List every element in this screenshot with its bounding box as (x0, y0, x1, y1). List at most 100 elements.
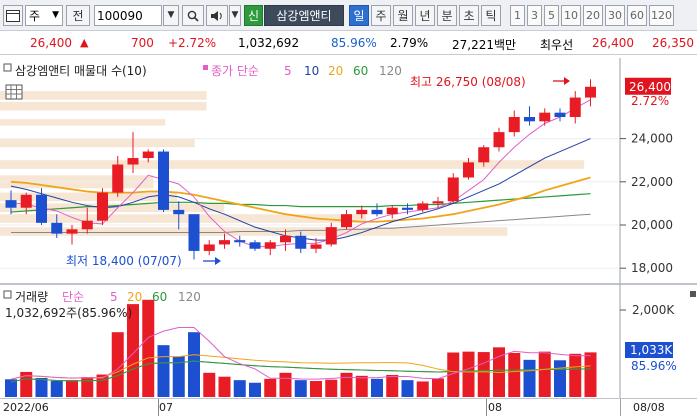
volume-profile-bar-8 (0, 101, 207, 111)
price-change-pct: +2.72% (168, 36, 217, 50)
period-tab-2[interactable]: 월 (393, 5, 413, 26)
period-number-1[interactable]: 3 (527, 5, 542, 26)
candle-body-15 (234, 240, 246, 243)
volume-bar-26[interactable] (401, 380, 414, 397)
candle-body-14 (219, 240, 230, 245)
best-ask-price: 26,400 (592, 36, 634, 50)
volume-bar-23[interactable] (355, 375, 368, 397)
period-tab-3[interactable]: 년 (415, 5, 435, 26)
volume-bar-17[interactable] (264, 378, 277, 397)
panel-collapse-icon[interactable] (690, 291, 696, 297)
current-pct-tag-text: 2.72% (631, 94, 669, 108)
y-tick-label-3: 18,000 (631, 261, 673, 275)
candle-body-0 (5, 200, 17, 208)
trade-volume: 1,032,692 (238, 36, 300, 50)
current-price: 26,400 (30, 36, 72, 50)
volume-bar-14[interactable] (218, 376, 231, 397)
volume-bar-35[interactable] (538, 351, 551, 397)
sound-dropdown-chevron-icon[interactable]: ▼ (229, 5, 241, 26)
stock-code-input[interactable] (94, 5, 162, 26)
volume-bar-22[interactable] (340, 372, 353, 397)
volume-bar-33[interactable] (508, 352, 521, 397)
volume-bar-2[interactable] (35, 377, 48, 397)
period-tab-0[interactable]: 일 (349, 5, 369, 26)
period-tab-5[interactable]: 초 (459, 5, 479, 26)
volume-readout: 1,032,692주(85.96%) (5, 306, 132, 320)
jeon-button[interactable]: 전 (66, 5, 90, 26)
ma-legend-swatch-icon (203, 65, 208, 70)
toolbar: 주 ▼ 전 ▼ ▼ 신 삼강엠앤티 일주월년분초틱13510203060120 (0, 0, 697, 31)
period-number-0[interactable]: 1 (510, 5, 525, 26)
volume-bar-3[interactable] (50, 381, 63, 397)
candle-body-35 (539, 112, 551, 122)
volume-ma-period-120: 120 (178, 290, 201, 304)
period-number-5[interactable]: 30 (605, 5, 625, 26)
period-tab-4[interactable]: 분 (437, 5, 457, 26)
volume-bar-19[interactable] (294, 380, 307, 397)
candle-body-30 (463, 162, 474, 178)
candle-body-34 (524, 117, 535, 122)
period-number-4[interactable]: 20 (583, 5, 603, 26)
volume-bar-25[interactable] (386, 374, 399, 397)
price-chart-svg[interactable]: 24,000 22,000 20,000 18,000 삼강엠앤티 매물대 수(10)… (0, 58, 697, 284)
credit-badge[interactable]: 신 (244, 5, 263, 26)
current-ratio-tag-text: 85.96% (631, 359, 677, 373)
candle-body-2 (36, 194, 47, 223)
volume-bar-31[interactable] (477, 352, 490, 397)
volume-bar-12[interactable] (188, 332, 200, 397)
period-number-3[interactable]: 10 (561, 5, 581, 26)
candle-6[interactable] (97, 188, 108, 225)
candle-body-27 (417, 203, 429, 210)
volume-bar-20[interactable] (310, 381, 322, 397)
period-number-6[interactable]: 60 (627, 5, 647, 26)
volume-bar-27[interactable] (416, 381, 429, 397)
stock-code-field[interactable] (95, 6, 161, 25)
volume-bar-38[interactable] (584, 352, 597, 397)
volume-bar-34[interactable] (523, 359, 536, 397)
sound-speaker-icon[interactable] (206, 5, 228, 26)
candle-body-10 (158, 151, 169, 210)
candle-body-25 (386, 207, 398, 215)
volume-profile-bar-6 (0, 138, 195, 148)
candle-10[interactable] (158, 149, 169, 213)
volume-ma-period-5: 5 (110, 290, 118, 304)
volume-chart-panel[interactable]: 거래량 단순 5 20 60 120 1,032,692주(85.96%) 2,… (0, 284, 697, 398)
layout-icon[interactable] (3, 5, 23, 26)
candle-body-19 (295, 235, 307, 249)
volume-bar-36[interactable] (554, 360, 566, 397)
volume-bar-13[interactable] (203, 372, 216, 397)
date-tick-aug (486, 399, 487, 416)
code-dropdown-chevron-icon[interactable]: ▼ (163, 5, 179, 26)
chart-type-select[interactable]: 주 ▼ (25, 5, 63, 26)
volume-bar-18[interactable] (279, 372, 292, 397)
period-tab-6[interactable]: 틱 (481, 5, 501, 26)
candle-body-22 (341, 214, 352, 228)
volume-bar-37[interactable] (569, 353, 582, 397)
candle-body-13 (203, 244, 215, 251)
volume-bar-9[interactable] (142, 299, 155, 397)
period-number-7[interactable]: 120 (649, 5, 674, 26)
ma-legend-label: 종가 단순 (211, 64, 259, 78)
volume-bar-4[interactable] (66, 380, 78, 397)
search-icon[interactable] (182, 5, 204, 26)
volume-chart-svg[interactable]: 거래량 단순 5 20 60 120 1,032,692주(85.96%) 2,… (0, 284, 697, 398)
date-label-jun: 2022/06 (3, 401, 49, 414)
volume-bar-30[interactable] (462, 351, 475, 397)
period-tab-1[interactable]: 주 (371, 5, 391, 26)
candle-29[interactable] (447, 173, 459, 204)
volume-bar-10[interactable] (157, 345, 170, 397)
period-number-2[interactable]: 5 (544, 5, 559, 26)
volume-bar-21[interactable] (325, 379, 338, 397)
y-tick-label-1: 22,000 (631, 175, 673, 189)
price-chart-panel[interactable]: 24,000 22,000 20,000 18,000 삼강엠앤티 매물대 수(10)… (0, 58, 697, 284)
candle-body-20 (310, 244, 322, 249)
date-tick-jul (158, 399, 159, 416)
grid-toggle-icon[interactable] (5, 84, 23, 100)
volume-bar-28[interactable] (432, 378, 444, 397)
candle-body-28 (432, 201, 444, 204)
volume-bar-16[interactable] (249, 382, 261, 397)
turnover-rate: 2.79% (390, 36, 429, 50)
volume-bar-24[interactable] (371, 378, 383, 397)
volume-bar-15[interactable] (233, 380, 246, 397)
volume-bar-5[interactable] (81, 377, 94, 397)
